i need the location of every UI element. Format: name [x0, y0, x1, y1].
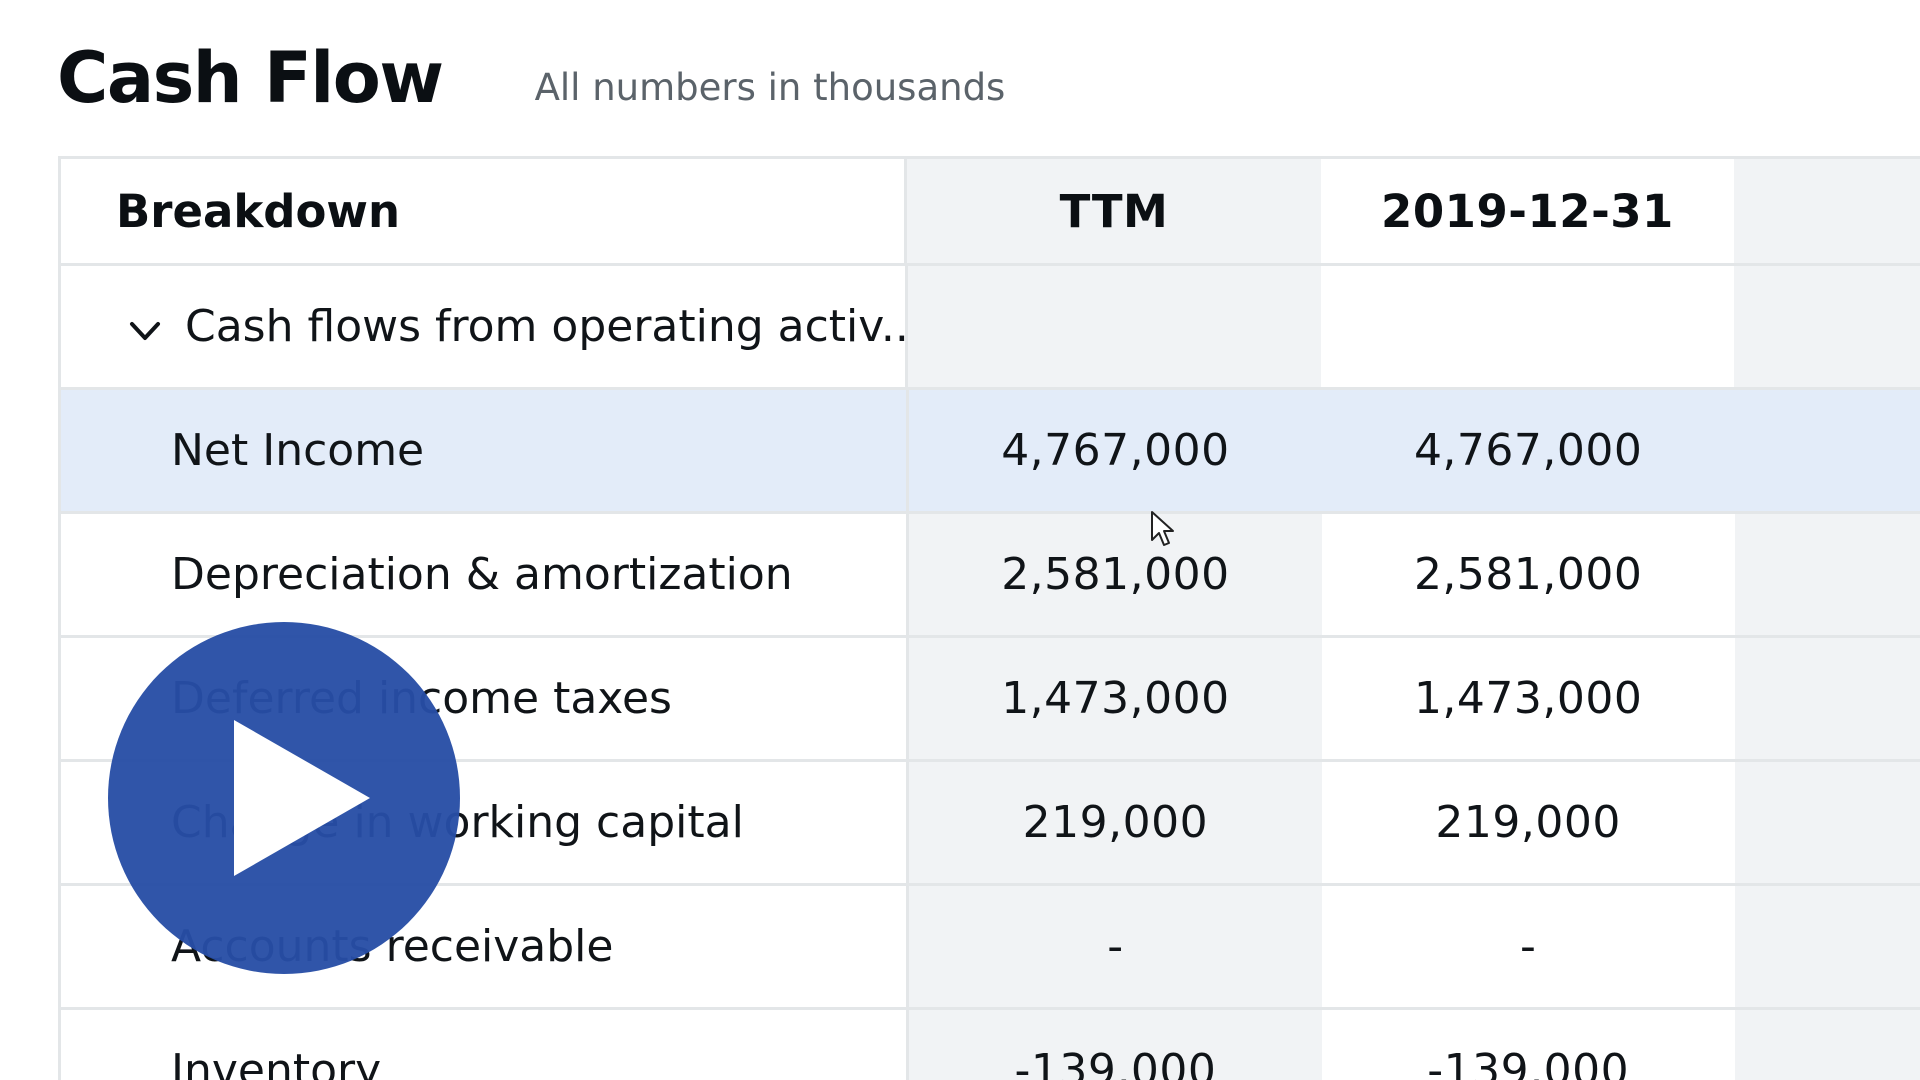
- page-header: Cash Flow All numbers in thousands: [57, 28, 1005, 128]
- ttm-value: -139,000: [909, 1010, 1322, 1080]
- table-cell: [1320, 266, 1735, 387]
- table-cell: [1734, 514, 1920, 635]
- table-cell: [1734, 1010, 1920, 1080]
- table-cell: [1734, 886, 1920, 1007]
- y2019-value: -139,000: [1321, 1010, 1735, 1080]
- y2019-value: 1,473,000: [1321, 638, 1735, 759]
- table-cell: [1734, 266, 1920, 387]
- ttm-value: 2,581,000: [909, 514, 1322, 635]
- cursor-icon: [1150, 510, 1176, 548]
- column-header-ttm: TTM: [907, 159, 1321, 263]
- ttm-value: 4,767,000: [909, 390, 1322, 511]
- page: Cash Flow All numbers in thousands Break…: [0, 0, 1920, 1080]
- table-cell: [907, 266, 1321, 387]
- table-cell: [1734, 390, 1920, 511]
- section-label: Cash flows from operating activ...: [185, 301, 908, 352]
- play-icon[interactable]: [108, 622, 460, 974]
- row-label: Depreciation & amortization: [61, 514, 910, 635]
- row-label: Net Income: [61, 390, 910, 511]
- row-label: Inventory: [61, 1010, 910, 1080]
- table-row-depreciation-amortization[interactable]: Depreciation & amortization 2,581,000 2,…: [61, 514, 1920, 638]
- chevron-down-icon[interactable]: [127, 309, 163, 345]
- video-play-button[interactable]: [108, 622, 460, 974]
- section-toggle[interactable]: Cash flows from operating activ...: [61, 266, 908, 387]
- column-header-next: [1734, 159, 1920, 263]
- page-subtitle: All numbers in thousands: [534, 65, 1006, 109]
- table-row-inventory[interactable]: Inventory -139,000 -139,000: [61, 1010, 1920, 1080]
- column-header-breakdown: Breakdown: [61, 159, 908, 263]
- page-title: Cash Flow: [57, 37, 444, 119]
- table-header-row: Breakdown TTM 2019-12-31: [61, 159, 1920, 266]
- column-header-2019-12-31: 2019-12-31: [1320, 159, 1735, 263]
- ttm-value: 219,000: [909, 762, 1322, 883]
- y2019-value: 219,000: [1321, 762, 1735, 883]
- ttm-value: -: [909, 886, 1322, 1007]
- table-row-net-income[interactable]: Net Income 4,767,000 4,767,000: [61, 390, 1920, 514]
- y2019-value: 2,581,000: [1321, 514, 1735, 635]
- y2019-value: -: [1321, 886, 1735, 1007]
- section-row-operating-activities[interactable]: Cash flows from operating activ...: [61, 266, 1920, 390]
- table-cell: [1734, 762, 1920, 883]
- table-cell: [1734, 638, 1920, 759]
- y2019-value: 4,767,000: [1321, 390, 1735, 511]
- ttm-value: 1,473,000: [909, 638, 1322, 759]
